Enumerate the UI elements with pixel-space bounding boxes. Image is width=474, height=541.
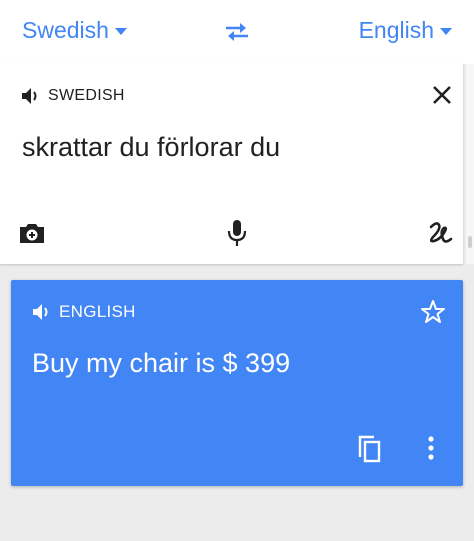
more-options-button[interactable] xyxy=(419,432,443,464)
language-bar: Swedish English xyxy=(0,0,474,65)
handwriting-icon xyxy=(429,222,453,243)
save-translation-button[interactable] xyxy=(419,298,447,326)
target-language-label: English xyxy=(358,17,434,43)
source-language-selector[interactable]: Swedish xyxy=(22,17,127,44)
dropdown-arrow-icon xyxy=(440,28,452,35)
source-language-header: SWEDISH xyxy=(20,86,125,106)
clear-input-button[interactable] xyxy=(429,82,455,108)
close-icon xyxy=(433,86,451,104)
swap-arrows-icon xyxy=(226,23,248,41)
translation-result-card[interactable]: ENGLISH Buy my chair is $ 399 xyxy=(11,280,463,486)
source-language-tag: SWEDISH xyxy=(48,87,125,104)
speaker-icon[interactable] xyxy=(20,86,42,106)
copy-icon xyxy=(358,435,381,463)
result-language-tag: ENGLISH xyxy=(59,302,136,321)
voice-input-button[interactable] xyxy=(222,216,252,250)
more-vert-icon xyxy=(428,436,434,460)
handwriting-button[interactable] xyxy=(426,218,456,248)
result-language-header: ENGLISH xyxy=(31,302,136,322)
source-language-label: Swedish xyxy=(22,17,109,43)
target-language-selector[interactable]: English xyxy=(359,17,452,44)
swap-languages-button[interactable] xyxy=(220,18,254,46)
scrollbar-thumb[interactable] xyxy=(468,236,472,248)
source-text[interactable]: skrattar du förlorar du xyxy=(22,132,280,163)
camera-button[interactable] xyxy=(16,218,48,248)
dropdown-arrow-icon xyxy=(114,28,127,35)
translated-text: Buy my chair is $ 399 xyxy=(32,348,291,378)
camera-icon xyxy=(20,224,44,243)
source-input-card: SWEDISH skrattar du förlorar du xyxy=(0,64,463,264)
star-icon xyxy=(421,300,445,323)
scrollbar[interactable] xyxy=(466,64,474,264)
speaker-icon[interactable] xyxy=(31,302,53,322)
microphone-icon xyxy=(227,220,247,246)
copy-button[interactable] xyxy=(352,430,386,466)
